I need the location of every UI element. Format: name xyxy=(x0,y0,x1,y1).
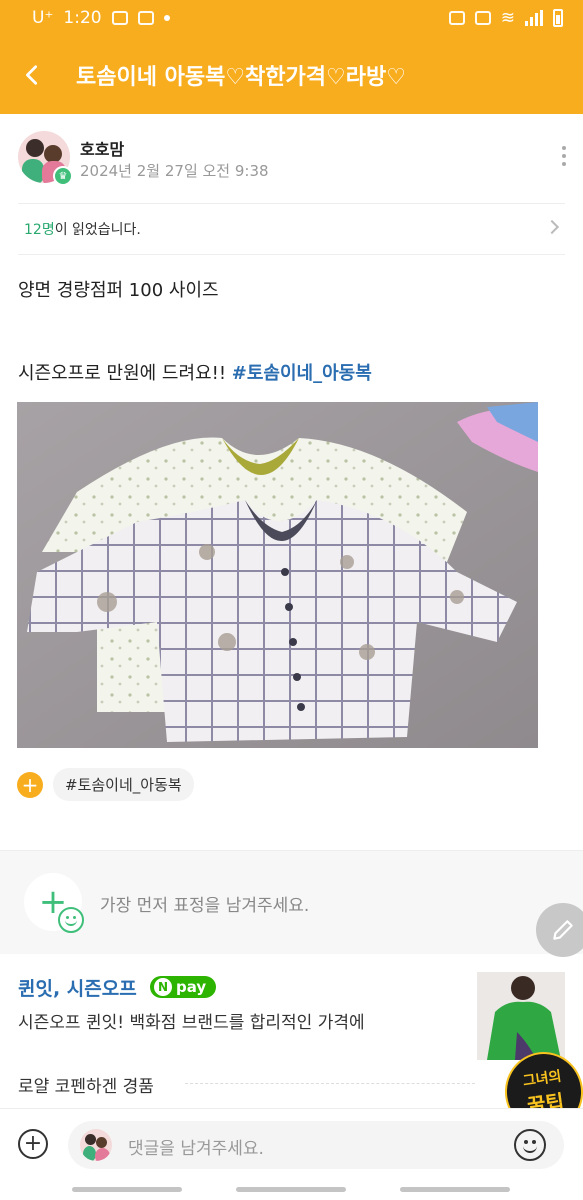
post-author-header: ♛ 호호맘 2024년 2월 27일 오전 9:38 xyxy=(0,126,583,196)
npay-label: pay xyxy=(176,978,207,996)
hashtag-link[interactable]: #토솜이네_아동복 xyxy=(232,363,372,384)
back-button[interactable] xyxy=(0,36,64,114)
nav-home[interactable] xyxy=(236,1187,346,1192)
post-photo[interactable] xyxy=(17,402,538,748)
clock: 1:20 xyxy=(63,8,102,28)
edit-button[interactable] xyxy=(536,903,583,957)
post-text-line: 시즌오프로 만원에 드려요!! #토솜이네_아동복 xyxy=(18,359,372,385)
emoji-icon[interactable] xyxy=(514,1129,546,1161)
wifi-icon: ≋ xyxy=(500,8,515,28)
smile-icon xyxy=(58,907,84,933)
ad-banner[interactable]: 퀸잇, 시즌오프 Npay 시즌오프 퀸잇! 백화점 브랜드를 합리적인 가격에… xyxy=(0,956,583,1110)
chevron-right-icon xyxy=(544,219,560,235)
tag-row: + #토솜이네_아동복 xyxy=(17,768,194,801)
post-text: 시즌오프로 만원에 드려요!! xyxy=(18,363,232,384)
app-bar: 토솜이네 아동복♡착한가격♡라방♡ xyxy=(0,36,583,114)
ad-thumbnail[interactable] xyxy=(477,972,565,1060)
notification-icon xyxy=(111,11,128,25)
ad-description: 시즌오프 퀸잇! 백화점 브랜드를 합리적인 가격에 xyxy=(18,1013,365,1033)
comment-input[interactable]: 댓글을 남겨주세요. xyxy=(68,1121,564,1169)
back-arrow-icon xyxy=(26,65,38,85)
alarm-icon xyxy=(448,11,465,25)
system-nav-bar xyxy=(0,1180,583,1200)
tag-chip[interactable]: #토솜이네_아동복 xyxy=(53,768,194,801)
npay-badge: Npay xyxy=(150,976,217,998)
add-tag-button[interactable]: + xyxy=(17,771,43,798)
reaction-area: + 가장 먼저 표정을 남겨주세요. xyxy=(0,850,583,954)
read-count-row[interactable]: 12명 이 읽었습니다. xyxy=(18,203,565,255)
more-options-icon[interactable] xyxy=(559,146,569,166)
author-name[interactable]: 호호맘 xyxy=(80,136,124,160)
ad-title[interactable]: 퀸잇, 시즌오프 xyxy=(18,974,137,1001)
post-date: 2024년 2월 27일 오전 9:38 xyxy=(80,162,269,180)
dot-icon xyxy=(163,15,170,21)
message-icon xyxy=(137,11,154,25)
jacket-photo-illustration xyxy=(17,402,538,748)
avatar xyxy=(80,1129,112,1161)
read-count: 12명 xyxy=(24,222,55,238)
comment-bar: + 댓글을 남겨주세요. xyxy=(0,1108,583,1180)
page-title: 토솜이네 아동복♡착한가격♡라방♡ xyxy=(76,65,406,90)
carrier-label: U⁺ xyxy=(32,8,54,28)
nav-back[interactable] xyxy=(400,1187,510,1192)
attach-button[interactable]: + xyxy=(18,1129,48,1159)
comment-placeholder: 댓글을 남겨주세요. xyxy=(128,1139,264,1159)
ad-product: 로얄 코펜하겐 경품 xyxy=(18,1077,154,1097)
data-saver-icon xyxy=(474,11,491,25)
status-bar: U⁺ 1:20 ≋ xyxy=(0,0,583,36)
battery-icon xyxy=(553,9,563,27)
read-count-suffix: 이 읽었습니다. xyxy=(54,222,141,238)
crown-icon: ♛ xyxy=(53,166,73,186)
post-text-line: 양면 경량점퍼 100 사이즈 xyxy=(18,280,219,301)
npay-n-icon: N xyxy=(154,978,172,996)
signal-icon xyxy=(525,10,543,26)
nav-recent[interactable] xyxy=(72,1187,182,1192)
ad-model-image xyxy=(477,972,565,1060)
pencil-icon xyxy=(553,920,573,940)
divider xyxy=(185,1083,475,1084)
reaction-hint: 가장 먼저 표정을 남겨주세요. xyxy=(100,896,310,916)
